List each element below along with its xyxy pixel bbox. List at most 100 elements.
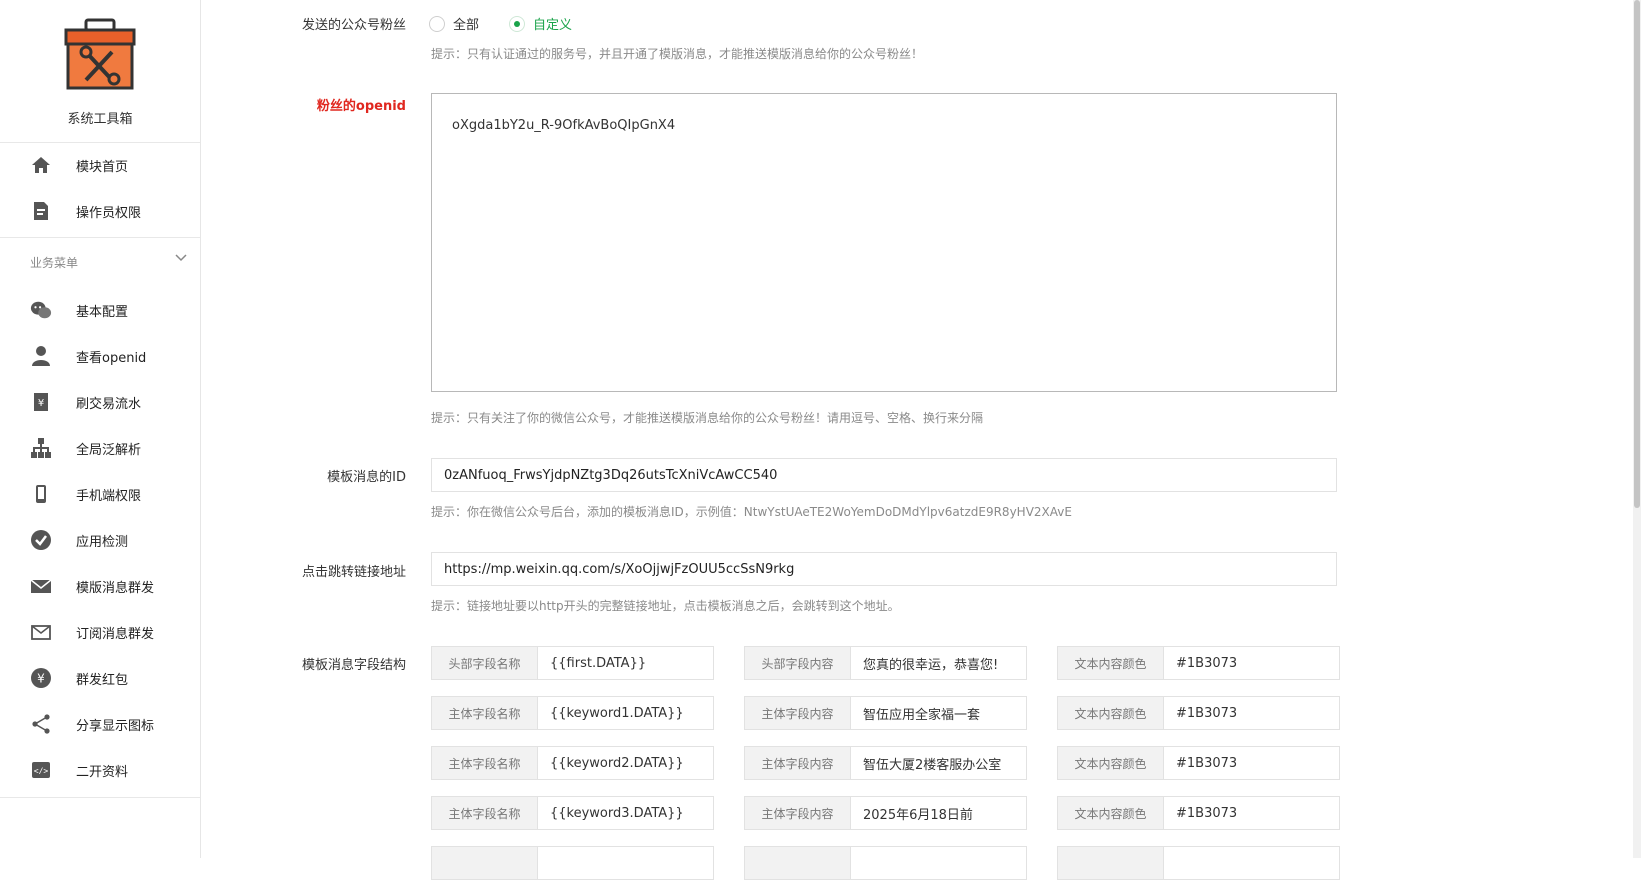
fans-label: 发送的公众号粉丝 <box>301 18 406 33</box>
mobile-icon <box>30 483 52 505</box>
field-content-pair[interactable]: 头部字段内容 您真的很幸运，恭喜您! <box>744 646 1027 680</box>
sidebar-divider <box>0 237 200 238</box>
radio-circle[interactable] <box>429 15 445 32</box>
pair-label: 头部字段名称 <box>432 647 538 679</box>
field-name-pair[interactable]: 主体字段名称 {{keyword1.DATA}} <box>431 696 714 730</box>
pair-value-input[interactable]: {{keyword2.DATA}} <box>538 747 713 779</box>
sidebar-divider <box>0 797 200 798</box>
openid-textarea[interactable]: oXgda1bY2u_R-9OfkAvBoQIpGnX4 <box>431 93 1337 392</box>
sidebar-item-app-check[interactable]: 应用检测 <box>0 520 200 560</box>
sidebar-item-label: 模块首页 <box>76 159 129 175</box>
radio-all[interactable]: 全部 <box>429 14 479 33</box>
sidebar-item-basic-config[interactable]: 基本配置 <box>0 290 200 330</box>
app-name: 系统工具箱 <box>67 112 133 127</box>
sidebar-item-wildcard-dns[interactable]: 全局泛解析 <box>0 428 200 468</box>
sidebar-item-label: 刷交易流水 <box>76 396 142 412</box>
field-color-pair-partial[interactable] <box>1057 846 1340 880</box>
field-name-pair[interactable]: 头部字段名称 {{first.DATA}} <box>431 646 714 680</box>
sidebar-item-label: 模版消息群发 <box>76 580 155 596</box>
chevron-down-icon[interactable] <box>174 250 188 264</box>
svg-text:¥: ¥ <box>38 398 44 409</box>
link-input[interactable]: https://mp.weixin.qq.com/s/XoOjjwjFzOUU5… <box>431 552 1337 586</box>
field-color-pair[interactable]: 文本内容颜色 #1B3073 <box>1057 696 1340 730</box>
ledger-icon: ¥ <box>30 391 52 413</box>
check-circle-icon <box>30 529 52 551</box>
sidebar-item-subscribe-message[interactable]: 订阅消息群发 <box>0 612 200 652</box>
pair-value-input[interactable] <box>538 847 713 879</box>
home-icon <box>30 154 52 176</box>
sidebar-item-home[interactable]: 模块首页 <box>0 145 200 185</box>
sidebar-item-label: 应用检测 <box>76 534 129 550</box>
fans-hint: 提示：只有认证通过的服务号，并且开通了模版消息，才能推送模版消息给你的公众号粉丝… <box>431 47 924 61</box>
sidebar-item-mobile-permission[interactable]: 手机端权限 <box>0 474 200 514</box>
pair-value-input[interactable]: 智伍应用全家福一套 <box>851 697 1026 729</box>
sidebar-item-template-message[interactable]: 模版消息群发 <box>0 566 200 606</box>
field-name-pair[interactable]: 主体字段名称 {{keyword2.DATA}} <box>431 746 714 780</box>
pair-label: 主体字段名称 <box>432 797 538 829</box>
openid-label: 粉丝的openid <box>316 99 406 114</box>
sidebar-divider <box>0 142 200 143</box>
envelope-outline-icon <box>30 621 52 643</box>
page-scrollbar[interactable] <box>1633 0 1641 858</box>
scrollbar-thumb[interactable] <box>1634 0 1640 508</box>
pair-label: 头部字段内容 <box>745 647 851 679</box>
pair-label <box>745 847 851 879</box>
fields-label: 模板消息字段结构 <box>301 658 406 673</box>
sidebar-item-operator-permission[interactable]: 操作员权限 <box>0 191 200 231</box>
sidebar-item-label: 群发红包 <box>76 672 129 688</box>
sidebar-item-dev-docs[interactable]: </> 二开资料 <box>0 750 200 790</box>
pair-label <box>432 847 538 879</box>
sidebar-item-label: 二开资料 <box>76 764 129 780</box>
template-id-label: 模板消息的ID <box>327 470 406 485</box>
pair-value-input[interactable] <box>1164 847 1339 879</box>
field-content-pair-partial[interactable] <box>744 846 1027 880</box>
pair-value-input[interactable]: 您真的很幸运，恭喜您! <box>851 647 1026 679</box>
field-content-pair[interactable]: 主体字段内容 2025年6月18日前 <box>744 796 1027 830</box>
template-id-hint: 提示：你在微信公众号后台，添加的模板消息ID，示例值：NtwYstUAeTE2W… <box>431 505 1072 519</box>
sidebar-item-label: 基本配置 <box>76 304 129 320</box>
radio-circle[interactable] <box>509 15 525 32</box>
field-content-pair[interactable]: 主体字段内容 智伍大厦2楼客服办公室 <box>744 746 1027 780</box>
pair-value-input[interactable]: 2025年6月18日前 <box>851 797 1026 829</box>
toolbox-logo-icon <box>64 18 136 90</box>
sidebar-item-view-openid[interactable]: 查看openid <box>0 336 200 376</box>
field-name-pair-partial[interactable] <box>431 846 714 880</box>
pair-label: 文本内容颜色 <box>1058 747 1164 779</box>
link-label: 点击跳转链接地址 <box>301 565 406 580</box>
wechat-icon <box>30 299 52 321</box>
field-color-pair[interactable]: 文本内容颜色 #1B3073 <box>1057 746 1340 780</box>
envelope-filled-icon <box>30 575 52 597</box>
radio-label: 自定义 <box>533 18 573 33</box>
pair-value-input[interactable]: #1B3073 <box>1164 747 1339 779</box>
sidebar-item-label: 订阅消息群发 <box>76 626 155 642</box>
sidebar-item-share-icon[interactable]: 分享显示图标 <box>0 704 200 744</box>
field-content-pair[interactable]: 主体字段内容 智伍应用全家福一套 <box>744 696 1027 730</box>
pair-value-input[interactable]: #1B3073 <box>1164 797 1339 829</box>
yen-circle-icon: ¥ <box>30 667 52 689</box>
pair-value-input[interactable]: {{first.DATA}} <box>538 647 713 679</box>
pair-value-input[interactable]: {{keyword3.DATA}} <box>538 797 713 829</box>
user-icon <box>30 345 52 367</box>
sidebar-item-label: 全局泛解析 <box>76 442 142 458</box>
radio-custom[interactable]: 自定义 <box>509 14 572 33</box>
field-color-pair[interactable]: 文本内容颜色 #1B3073 <box>1057 796 1340 830</box>
sidebar-item-transactions[interactable]: ¥ 刷交易流水 <box>0 382 200 422</box>
pair-label <box>1058 847 1164 879</box>
field-name-pair[interactable]: 主体字段名称 {{keyword3.DATA}} <box>431 796 714 830</box>
pair-label: 主体字段名称 <box>432 697 538 729</box>
pair-value-input[interactable]: {{keyword1.DATA}} <box>538 697 713 729</box>
field-color-pair[interactable]: 文本内容颜色 #1B3073 <box>1057 646 1340 680</box>
pair-value-input[interactable]: #1B3073 <box>1164 647 1339 679</box>
sidebar-item-label: 分享显示图标 <box>76 718 155 734</box>
code-icon: </> <box>30 759 52 781</box>
sidebar-item-red-packet[interactable]: ¥ 群发红包 <box>0 658 200 698</box>
pair-value-input[interactable] <box>851 847 1026 879</box>
svg-text:¥: ¥ <box>37 672 45 686</box>
main-content: 发送的公众号粉丝 全部 自定义 提示：只有认证通过的服务号，并且开通了模版消息，… <box>201 0 1641 880</box>
template-id-input[interactable]: 0zANfuoq_FrwsYjdpNZtg3Dq26utsTcXniVcAwCC… <box>431 458 1337 492</box>
radio-label: 全部 <box>453 18 480 33</box>
logo-area: 系统工具箱 <box>0 10 200 134</box>
sidebar-item-label: 操作员权限 <box>76 205 142 221</box>
pair-value-input[interactable]: #1B3073 <box>1164 697 1339 729</box>
pair-value-input[interactable]: 智伍大厦2楼客服办公室 <box>851 747 1026 779</box>
